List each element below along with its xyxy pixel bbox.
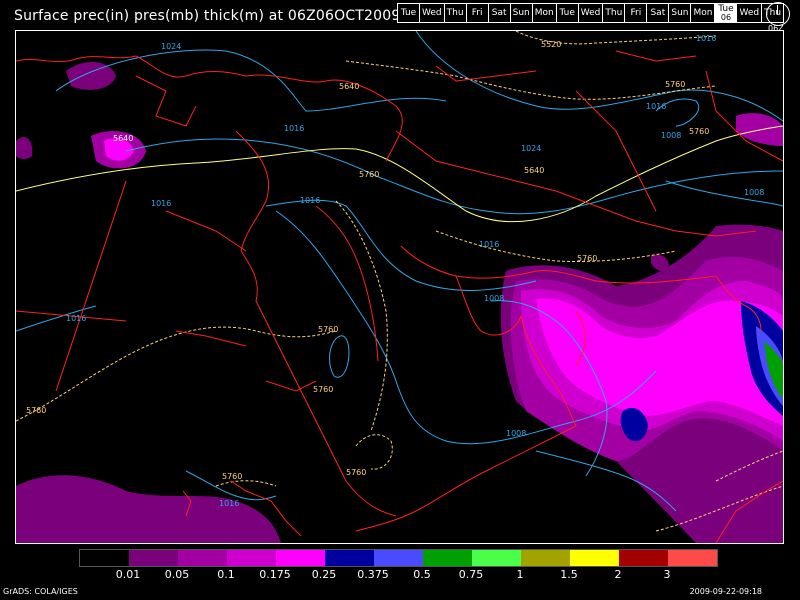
legend-swatch: [129, 550, 178, 566]
pressure-label: 1024: [521, 144, 541, 153]
legend-swatch: [472, 550, 521, 566]
thickness-label: 5760: [346, 468, 366, 477]
legend-swatch: [374, 550, 423, 566]
day-tab[interactable]: Tue: [397, 3, 420, 23]
pressure-label: 1024: [161, 42, 181, 51]
day-tab[interactable]: Mon: [690, 3, 716, 23]
pressure-label: 1016: [284, 124, 304, 133]
legend-tick-label: 0.175: [259, 568, 291, 581]
day-tab[interactable]: Sun: [509, 3, 533, 23]
legend-swatch: [619, 550, 668, 566]
day-selector: Tue Wed Thu Fri Sat Sun Mon Tue Wed Thu Fri Sat Sun M…: [397, 3, 785, 23]
thickness-label: 5760: [318, 325, 338, 334]
footer-credit: GrADS: COLA/IGES: [3, 587, 78, 596]
day-tab[interactable]: Thu: [443, 3, 467, 23]
day-tab[interactable]: Wed: [736, 3, 763, 23]
thickness-label: 5640: [113, 134, 133, 143]
footer-timestamp: 2009-09-22-09:18: [689, 587, 762, 596]
thickness-label: 5760: [26, 406, 46, 415]
thickness-label: 5640: [339, 82, 359, 91]
legend-swatch: [423, 550, 472, 566]
day-tab[interactable]: Sat: [646, 3, 670, 23]
thickness-label: 5760: [577, 254, 597, 263]
legend-tick-label: 1.5: [560, 568, 578, 581]
pressure-label: 1016: [479, 240, 499, 249]
pressure-label: 1008: [484, 294, 504, 303]
legend-tick-label: 0.375: [357, 568, 389, 581]
day-tab[interactable]: Fri: [465, 3, 489, 23]
legend-swatch: [668, 550, 717, 566]
pressure-label: 1016: [300, 196, 320, 205]
legend-tick-label: 3: [663, 568, 671, 581]
legend-tick-labels: 0.01 0.05 0.1 0.175 0.25 0.375 0.5 0.75 1 1.5 2 3: [79, 568, 724, 582]
day-tab[interactable]: Mon: [531, 3, 557, 23]
legend-tick-label: 0.5: [413, 568, 431, 581]
map-title: Surface prec(in) pres(mb) thick(m) at 06…: [14, 8, 401, 24]
legend-swatch: [570, 550, 619, 566]
day-tab[interactable]: Wed: [577, 3, 604, 23]
thickness-label: 5640: [524, 166, 544, 175]
legend-tick-label: 2: [614, 568, 622, 581]
day-tab[interactable]: Thu: [602, 3, 626, 23]
day-tab[interactable]: Tue 06: [714, 3, 738, 23]
pressure-label: 1016: [151, 199, 171, 208]
day-tab[interactable]: Tue: [555, 3, 579, 23]
legend-tick-label: 1: [516, 568, 524, 581]
thickness-label: 5760: [222, 472, 242, 481]
legend-swatch: [178, 550, 227, 566]
legend-tick-label: 0.01: [115, 568, 141, 581]
pressure-label: 1016: [646, 102, 666, 111]
legend-swatch: [80, 550, 129, 566]
pressure-label: 1008: [744, 188, 764, 197]
legend-tick-label: 0.25: [311, 568, 337, 581]
pressure-label: 1016: [696, 34, 716, 43]
day-tab[interactable]: Sat: [487, 3, 511, 23]
pressure-label: 1008: [661, 131, 681, 140]
pressure-label: 1008: [506, 429, 526, 438]
legend-swatch: [521, 550, 570, 566]
weather-map: 1024 1016 1016 1016 1024 1016 1008 1008 …: [15, 30, 784, 544]
precip-color-legend: [79, 549, 718, 567]
day-tab[interactable]: Sun: [668, 3, 692, 23]
thickness-label: 5760: [359, 170, 379, 179]
legend-tick-label: 0.1: [217, 568, 235, 581]
legend-tick-label: 0.75: [458, 568, 484, 581]
pressure-label: 1016: [66, 314, 86, 323]
map-canvas: 1024 1016 1016 1016 1024 1016 1008 1008 …: [16, 31, 783, 543]
pressure-label: 1016: [219, 499, 239, 508]
day-tab[interactable]: Fri: [624, 3, 648, 23]
legend-swatch: [227, 550, 276, 566]
legend-swatch: [325, 550, 374, 566]
thickness-label: 5760: [689, 127, 709, 136]
thickness-label: 5760: [665, 80, 685, 89]
clock-icon: [766, 2, 790, 26]
legend-tick-label: 0.05: [164, 568, 190, 581]
legend-swatch: [276, 550, 325, 566]
day-tab[interactable]: Wed: [419, 3, 445, 23]
thickness-label: 5760: [313, 385, 333, 394]
thickness-label: 5520: [541, 40, 561, 49]
